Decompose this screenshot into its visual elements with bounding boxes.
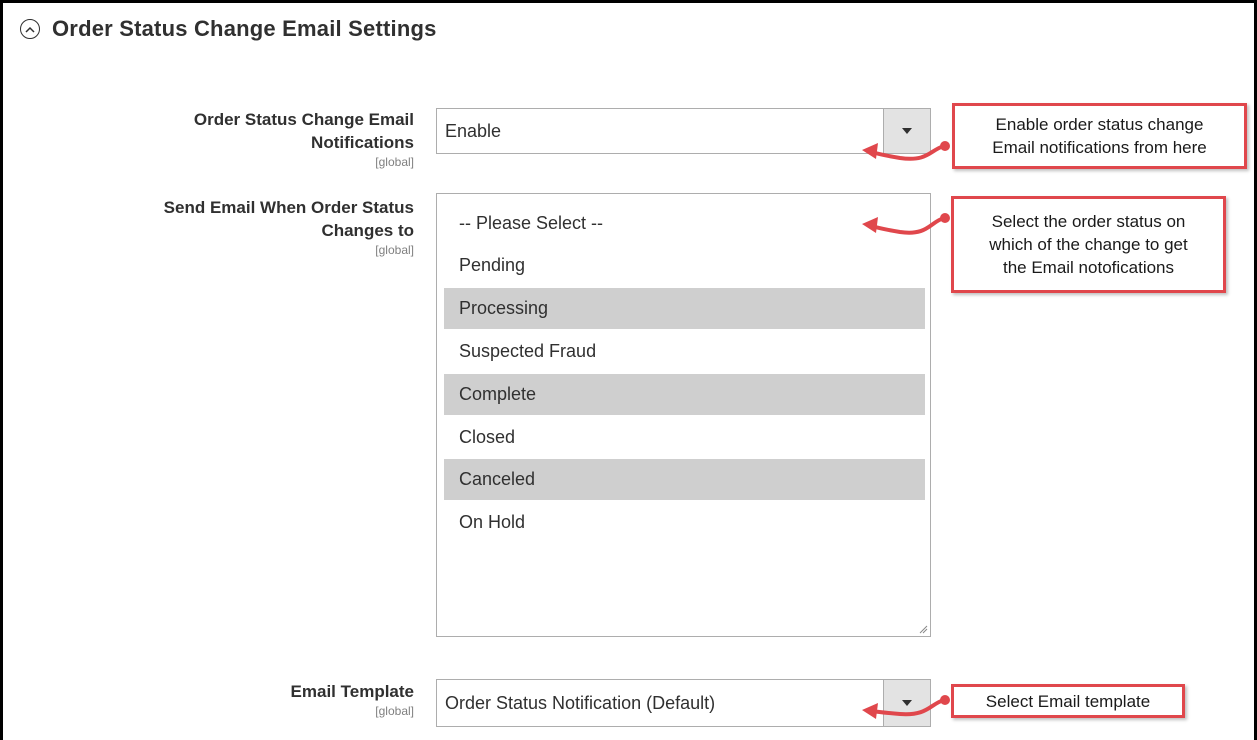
send-when-arrow <box>870 216 946 235</box>
callout-arrows <box>862 141 950 719</box>
notifications-arrow <box>870 144 946 161</box>
template-arrow <box>870 698 946 717</box>
